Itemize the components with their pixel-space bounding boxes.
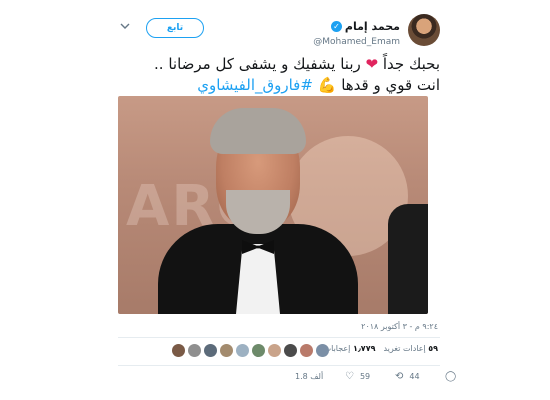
retweet-action[interactable]: ⟲ 44 — [395, 371, 445, 382]
liker-avatar[interactable] — [316, 344, 329, 357]
liker-avatar[interactable] — [284, 344, 297, 357]
tweet-line-2: انت قوي و قدها 💪 #فاروق_الفيشاوي — [118, 75, 440, 96]
liker-avatar[interactable] — [172, 344, 185, 357]
liker-avatar[interactable] — [236, 344, 249, 357]
tweet-timestamp[interactable]: ٩:٢٤ م - ٣ أكتوبر ٢٠١٨ — [361, 322, 438, 331]
liker-avatar[interactable] — [188, 344, 201, 357]
reply-bubble-icon: ◯ — [445, 371, 457, 382]
author-info: محمد إمام ✓ @Mohamed_Emam — [313, 15, 400, 47]
heart-outline-icon: ♡ — [345, 371, 354, 382]
liker-avatar[interactable] — [220, 344, 233, 357]
liker-avatar[interactable] — [204, 344, 217, 357]
reply-count: 1.8 ألف — [295, 372, 324, 381]
author-avatar[interactable] — [408, 14, 440, 46]
likers-avatars — [172, 344, 329, 357]
follow-button[interactable]: تابع — [146, 18, 204, 38]
retweet-count: 44 — [409, 372, 420, 381]
tweet-photo[interactable]: ARO — [118, 96, 428, 314]
engagement-stats: ٥٩ إعادات تغريد ١٫٧٧٩ إعجابات — [324, 344, 438, 353]
tweet-text-segment: بحبك جداً — [382, 55, 440, 73]
tweet-actions: 1.8 ألف ♡ 59 ⟲ 44 ◯ — [295, 371, 495, 382]
divider — [118, 337, 440, 338]
tweet-header: محمد إمام ✓ @Mohamed_Emam تابع — [118, 14, 440, 48]
like-action[interactable]: ♡ 59 — [345, 371, 395, 382]
heart-emoji-icon: ❤ — [365, 55, 379, 73]
liker-avatar[interactable] — [300, 344, 313, 357]
divider — [118, 365, 440, 366]
reply-action[interactable]: 1.8 ألف — [295, 372, 345, 381]
hashtag-link[interactable]: #فاروق_الفيشاوي — [197, 76, 313, 94]
author-name[interactable]: محمد إمام — [345, 20, 400, 33]
retweets-stat[interactable]: ٥٩ إعادات تغريد — [383, 344, 438, 353]
author-handle[interactable]: @Mohamed_Emam — [313, 37, 400, 47]
verified-badge-icon: ✓ — [330, 21, 342, 32]
liker-avatar[interactable] — [252, 344, 265, 357]
flexed-bicep-emoji-icon: 💪 — [317, 76, 337, 94]
like-count: 59 — [359, 372, 371, 381]
chevron-down-icon[interactable] — [118, 19, 132, 33]
liker-avatar[interactable] — [268, 344, 281, 357]
reply-bubble-action[interactable]: ◯ — [445, 371, 495, 382]
retweet-icon: ⟲ — [395, 371, 404, 382]
tweet-line-1: بحبك جداً ❤ ربنا يشفيك و يشفى كل مرضانا … — [118, 54, 440, 75]
author-name-row[interactable]: محمد إمام ✓ — [330, 20, 400, 33]
likes-stat[interactable]: ١٫٧٧٩ إعجابات — [324, 344, 376, 353]
tweet-text-segment: انت قوي و قدها — [341, 76, 440, 94]
tweet-text-segment: ربنا يشفيك و يشفى كل مرضانا .. — [154, 55, 361, 73]
tweet-card: محمد إمام ✓ @Mohamed_Emam تابع بحبك جداً… — [110, 0, 456, 400]
tweet-text: بحبك جداً ❤ ربنا يشفيك و يشفى كل مرضانا … — [118, 54, 440, 96]
